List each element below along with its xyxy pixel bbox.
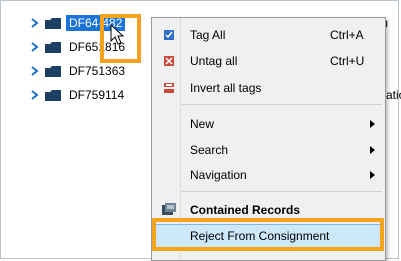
chevron-right-icon[interactable] [30,42,40,52]
shortcut-label: Ctrl+A [330,28,364,42]
invert-tags-icon [164,83,174,93]
chevron-right-icon[interactable] [30,18,40,28]
folder-icon [45,65,61,77]
menu-item-label: Navigation [190,168,247,182]
menu-item-label: Contained Records [190,203,301,217]
folder-icon [45,89,61,101]
truncated-column-text: atio [386,88,401,102]
menu-item-label: New [190,117,215,131]
chevron-right-icon[interactable] [30,90,40,100]
menu-item-label: Search [190,143,229,157]
menu-item-new[interactable]: New [154,112,383,136]
menu-item-label: Untag all [190,54,238,68]
submenu-arrow-icon [370,171,375,179]
annotation-highlight-box [152,218,384,251]
menu-item-label: Tag All [190,28,226,42]
mouse-cursor-icon [110,24,125,45]
tree-item-label: DF759114 [69,88,125,102]
records-icon [162,203,176,215]
folder-icon [45,17,61,29]
shortcut-label: Ctrl+U [330,54,365,68]
folder-icon [45,41,61,53]
menu-item-tag-all[interactable]: Tag All Ctrl+A [154,23,383,47]
tag-check-icon [164,30,174,40]
untag-icon [164,56,174,66]
tree-item-label: DF751363 [69,64,126,78]
chevron-right-icon[interactable] [30,66,40,76]
menu-item-search[interactable]: Search [154,138,383,162]
tree-item-df759114[interactable]: DF759114 [30,87,127,103]
submenu-arrow-icon [370,120,375,128]
menu-item-navigation[interactable]: Navigation [154,163,383,187]
menu-separator [182,104,382,105]
menu-item-invert-tags[interactable]: Invert all tags [154,76,383,100]
submenu-arrow-icon [370,146,375,154]
menu-separator [182,191,382,192]
menu-item-untag-all[interactable]: Untag all Ctrl+U [154,49,383,73]
tree-item-df751363[interactable]: DF751363 [30,63,128,79]
menu-item-label: Invert all tags [190,81,262,95]
